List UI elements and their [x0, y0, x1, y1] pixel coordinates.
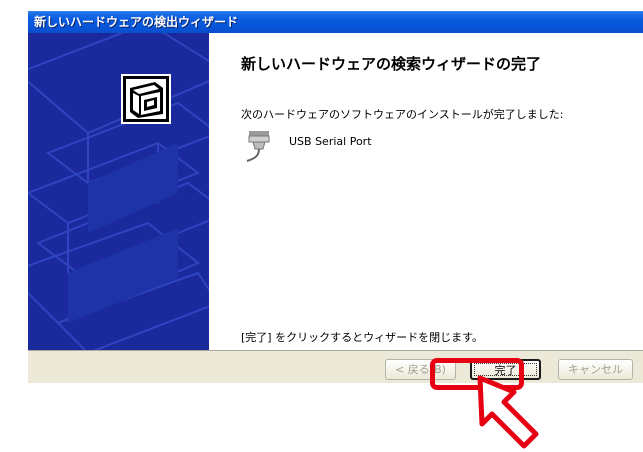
title-bar[interactable]: 新しいハードウェアの検出ウィザード	[28, 11, 643, 33]
serial-port-icon	[246, 131, 270, 162]
hardware-wizard-icon	[121, 74, 171, 124]
device-name: USB Serial Port	[289, 135, 372, 148]
page-title: 新しいハードウェアの検索ウィザードの完了	[241, 55, 542, 73]
side-panel-artwork	[28, 33, 209, 350]
wizard-side-panel	[28, 33, 209, 350]
pointer-arrow-icon	[477, 375, 539, 449]
close-instruction-text: [完了] をクリックするとウィザードを閉じます。	[241, 331, 483, 344]
window-title: 新しいハードウェアの検出ウィザード	[34, 15, 239, 29]
install-status-text: 次のハードウェアのソフトウェアのインストールが完了しました:	[241, 108, 564, 121]
wizard-window: 新しいハードウェアの検出ウィザード 新しいハードウェアの検索ウィザードの完了 次…	[28, 11, 643, 383]
wizard-content: 新しいハードウェアの検索ウィザードの完了 次のハードウェアのソフトウェアのインス…	[209, 33, 643, 350]
